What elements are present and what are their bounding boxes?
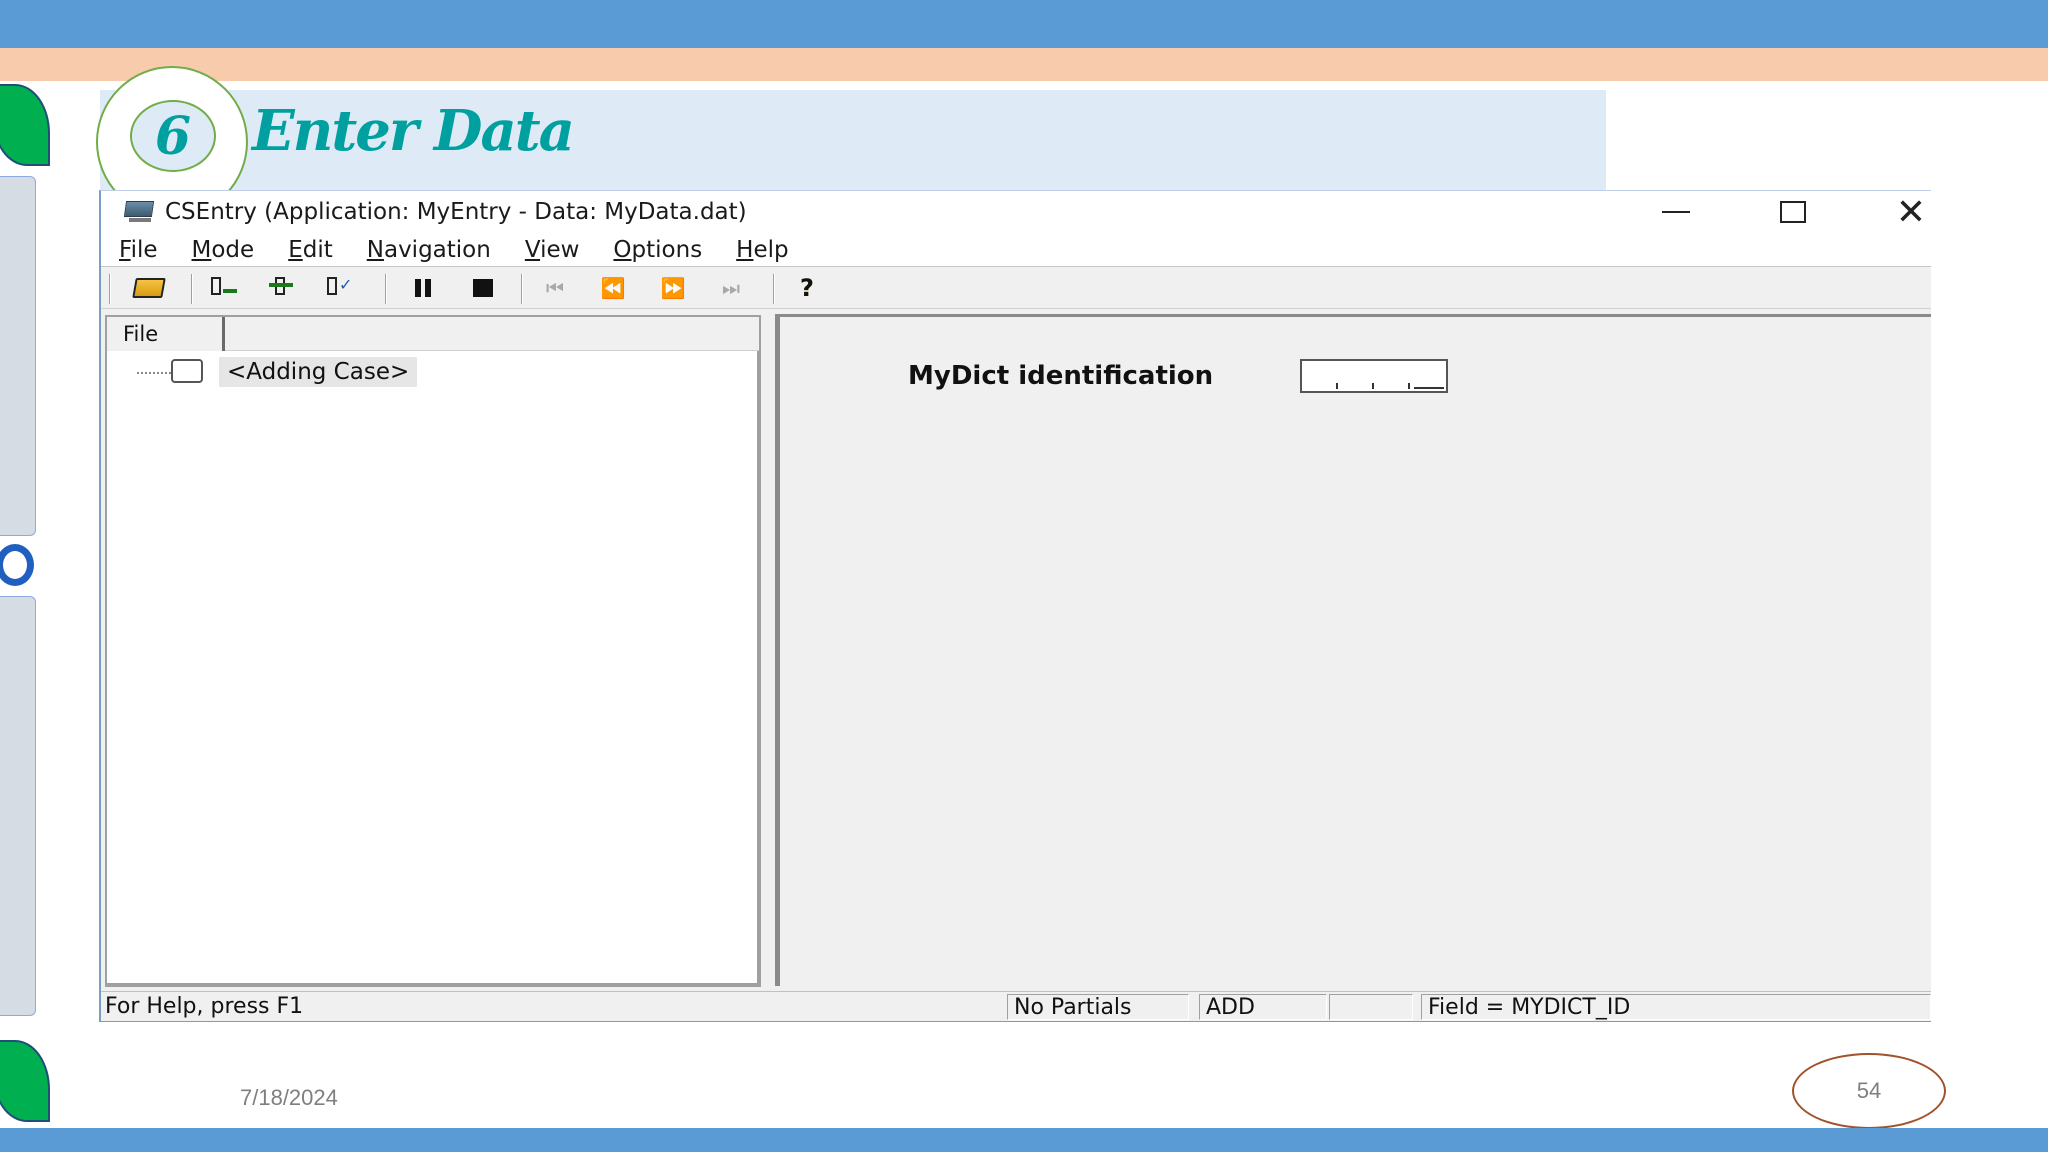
last-case-button[interactable]: ⏭ [715, 274, 747, 302]
tree-item-adding-case[interactable]: <Adding Case> [219, 357, 418, 387]
stop-icon [473, 279, 493, 297]
pause-button[interactable] [407, 274, 439, 302]
leaf-decoration-bottom [0, 1040, 50, 1122]
add-mode-button[interactable] [207, 274, 239, 302]
leaf-decoration-top [0, 84, 50, 166]
first-case-icon: ⏮ [546, 276, 564, 300]
insert-node-icon [267, 275, 295, 301]
menu-bar: File Mode Edit Navigation View Options H… [101, 233, 1931, 267]
minimize-button[interactable] [1646, 191, 1706, 233]
window-title: CSEntry (Application: MyEntry - Data: My… [165, 199, 747, 225]
toolbar-separator [191, 274, 193, 304]
verify-button[interactable]: ✓ [323, 274, 355, 302]
minimize-icon [1662, 211, 1690, 213]
menu-help[interactable]: Help [736, 237, 788, 263]
stop-button[interactable] [467, 274, 499, 302]
menu-edit[interactable]: Edit [288, 237, 333, 263]
slide-top-bar [0, 0, 2048, 48]
status-partials: No Partials [1007, 994, 1189, 1020]
toolbar: ✓ ⏮ ⏪ ⏩ ⏭ ? [101, 268, 1931, 309]
tree-connector [137, 372, 171, 374]
slide-date: 7/18/2024 [240, 1085, 338, 1110]
menu-mode[interactable]: Mode [192, 237, 255, 263]
status-bar: For Help, press F1 No Partials ADD Field… [101, 991, 1931, 1021]
mydict-id-input[interactable] [1300, 359, 1448, 393]
close-icon: ✕ [1895, 191, 1927, 233]
maximize-icon [1780, 201, 1806, 223]
menu-view[interactable]: View [525, 237, 580, 263]
slide-title: Enter Data [252, 98, 575, 164]
side-panel-bottom [0, 596, 36, 1016]
maximize-button[interactable] [1763, 191, 1823, 233]
slide-bottom-bar [0, 1128, 2048, 1152]
verify-icon: ✓ [325, 275, 353, 301]
open-button[interactable] [132, 274, 166, 302]
add-mode-icon [209, 275, 237, 301]
help-icon: ? [800, 274, 814, 302]
previous-case-icon: ⏪ [600, 276, 626, 300]
case-tree-pane[interactable]: File <Adding Case> [105, 315, 761, 987]
field-label: MyDict identification [908, 361, 1214, 391]
next-case-icon: ⏩ [660, 276, 686, 300]
side-ring-decoration [0, 544, 34, 586]
status-help-text: For Help, press F1 [105, 994, 304, 1019]
toolbar-separator [109, 274, 111, 304]
status-mode: ADD [1199, 994, 1327, 1020]
toolbar-separator [773, 274, 775, 304]
tab-file[interactable]: File [107, 317, 225, 351]
step-number: 6 [130, 100, 216, 172]
slide-accent-bar [0, 48, 2048, 81]
window-title-bar[interactable]: CSEntry (Application: MyEntry - Data: My… [101, 191, 1931, 233]
insert-node-button[interactable] [265, 274, 297, 302]
previous-case-button[interactable]: ⏪ [597, 274, 629, 302]
menu-options[interactable]: Options [613, 237, 702, 263]
data-entry-pane: MyDict identification [775, 314, 1931, 986]
first-case-button[interactable]: ⏮ [539, 274, 571, 302]
status-field: Field = MYDICT_ID [1421, 994, 1931, 1020]
pause-icon [415, 279, 431, 297]
status-empty-cell [1329, 994, 1413, 1020]
menu-file[interactable]: File [119, 237, 158, 263]
open-folder-icon [132, 278, 166, 298]
toolbar-separator [521, 274, 523, 304]
slide-page-number: 54 [1792, 1053, 1946, 1129]
csentry-window: CSEntry (Application: MyEntry - Data: My… [99, 190, 1931, 1022]
menu-navigation[interactable]: Navigation [367, 237, 491, 263]
close-button[interactable]: ✕ [1881, 191, 1941, 233]
toolbar-separator [385, 274, 387, 304]
next-case-button[interactable]: ⏩ [657, 274, 689, 302]
tree-item-checkbox[interactable] [171, 359, 203, 383]
app-monitor-icon [123, 201, 157, 223]
help-button[interactable]: ? [791, 274, 823, 302]
side-panel-top [0, 176, 36, 536]
last-case-icon: ⏭ [722, 276, 740, 300]
